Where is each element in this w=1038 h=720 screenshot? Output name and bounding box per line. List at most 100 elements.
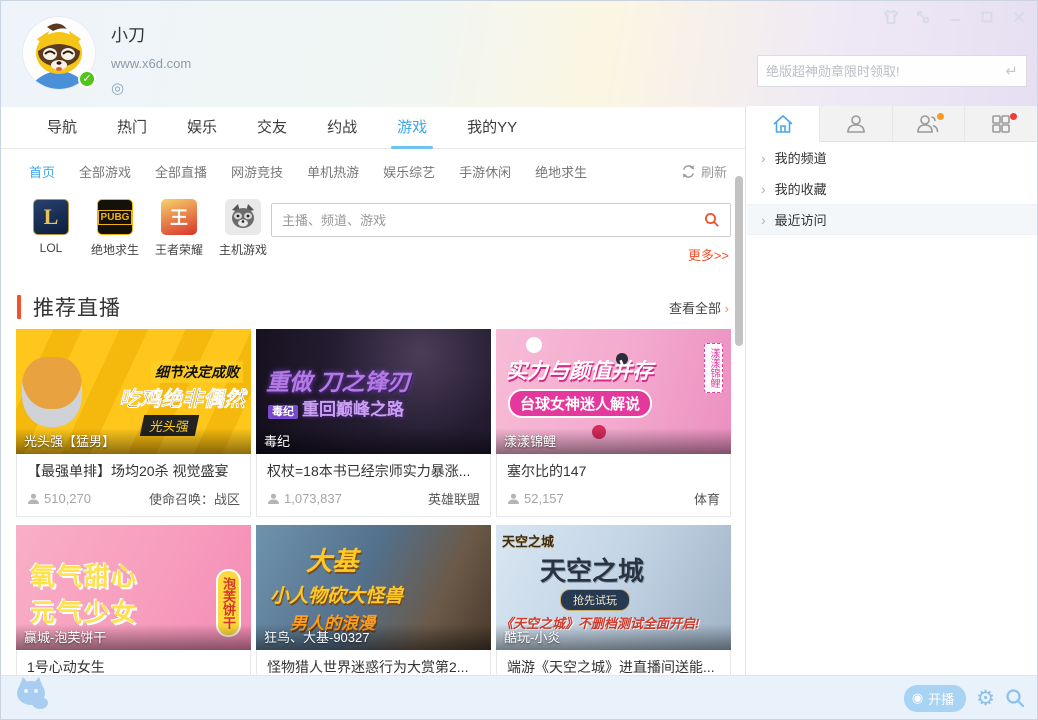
- stream-card[interactable]: 实力与颜值并存 台球女神迷人解说 漾漾锦鲤 漾漾锦鲤 塞尔比的147 52,15…: [496, 329, 731, 517]
- stream-thumbnail: 大基 小人物砍大怪兽 男人的浪漫 狂鸟、大基-90327: [256, 525, 491, 650]
- stream-card[interactable]: 重做 刀之锋刃 毒纪重回巅峰之路 毒纪 权杖=18本书已经宗师实力暴涨... 1…: [256, 329, 491, 517]
- content-scrollbar[interactable]: [735, 151, 743, 675]
- sidebar-tab-apps[interactable]: [965, 106, 1037, 141]
- tab-yuezhan[interactable]: 约战: [327, 107, 357, 149]
- shortcut-label: 绝地求生: [91, 241, 139, 258]
- shortcut-pubg[interactable]: PUBG 绝地求生: [89, 199, 141, 258]
- shortcut-lol[interactable]: L LOL: [25, 199, 77, 258]
- maximize-icon[interactable]: [979, 9, 995, 25]
- sidebar-item-my-channels[interactable]: › 我的频道: [747, 142, 1037, 173]
- viewer-count: 52,157: [507, 491, 564, 506]
- subnav-all-live[interactable]: 全部直播: [155, 162, 207, 181]
- close-icon[interactable]: [1011, 9, 1027, 25]
- subnav-all-games[interactable]: 全部游戏: [79, 162, 131, 181]
- streamer-name: 酷玩-小炎: [496, 624, 731, 650]
- stream-title: 塞尔比的147: [507, 461, 720, 481]
- stream-title: 1号心动女生: [27, 657, 240, 675]
- stream-card[interactable]: 大基 小人物砍大怪兽 男人的浪漫 狂鸟、大基-90327 怪物猎人世界迷惑行为大…: [256, 525, 491, 675]
- streamer-name: 漾漾锦鲤: [496, 428, 731, 454]
- broadcast-icon: ◉: [912, 690, 923, 706]
- mini-mode-icon[interactable]: [915, 9, 931, 25]
- bottom-bar: ◉ 开播 ⚙: [1, 675, 1037, 719]
- subnav-pc-games[interactable]: 单机热游: [307, 162, 359, 181]
- subnav-shouye[interactable]: 首页: [29, 162, 55, 181]
- cover-text: 大基: [306, 541, 358, 578]
- verified-badge-icon: ✓: [78, 70, 96, 88]
- apps-grid-icon: [991, 114, 1011, 134]
- cover-text: 毒纪重回巅峰之路: [268, 395, 404, 420]
- shortcut-console[interactable]: 主机游戏: [217, 199, 269, 258]
- refresh-icon: [681, 164, 696, 179]
- streamer-name: 毒纪: [256, 428, 491, 454]
- quick-access-row: L LOL PUBG 绝地求生 王 王者荣耀: [1, 193, 745, 271]
- subnav-variety[interactable]: 娱乐综艺: [383, 162, 435, 181]
- sidebar-item-label: 最近访问: [775, 210, 827, 229]
- subnav-pubg[interactable]: 绝地求生: [535, 162, 587, 181]
- secondary-nav: 首页 全部游戏 全部直播 网游竞技 单机热游 娱乐综艺 手游休闲 绝地求生 刷新: [1, 149, 745, 193]
- sidebar-tab-contacts[interactable]: [893, 106, 966, 141]
- sidebar-tab-home[interactable]: [747, 106, 820, 142]
- search-icon[interactable]: [704, 212, 720, 228]
- tab-jiaoyou[interactable]: 交友: [257, 107, 287, 149]
- game-category[interactable]: 体育: [694, 489, 720, 508]
- section-title: 推荐直播: [33, 292, 121, 322]
- cover-text: 抢先试玩: [560, 589, 630, 611]
- section-accent-bar: [17, 295, 21, 319]
- shortcut-label: 主机游戏: [219, 241, 267, 258]
- subnav-mobile-games[interactable]: 手游休闲: [459, 162, 511, 181]
- tab-yule[interactable]: 娱乐: [187, 107, 217, 149]
- cover-text: 重做 刀之锋刃: [266, 363, 410, 397]
- view-all-link[interactable]: 查看全部 ›: [669, 298, 729, 317]
- chevron-right-icon: ›: [761, 212, 766, 228]
- sidebar-item-favorites[interactable]: › 我的收藏: [747, 173, 1037, 204]
- tab-youxi[interactable]: 游戏: [397, 107, 427, 149]
- scrollbar-thumb[interactable]: [735, 176, 743, 346]
- refresh-button[interactable]: 刷新: [681, 149, 727, 193]
- promo-input-box: ↵: [757, 55, 1027, 87]
- status-invisible-icon[interactable]: ◎: [111, 79, 191, 97]
- cover-text: 天空之城: [540, 551, 644, 588]
- viewer-count: 510,270: [27, 491, 91, 506]
- profile-site: www.x6d.com: [111, 56, 191, 71]
- minimize-icon[interactable]: [947, 9, 963, 25]
- cover-text: 细节决定成败: [151, 361, 243, 383]
- cover-text: 吃鸡绝非偶然: [119, 383, 245, 413]
- sidebar-panel: › 我的频道 › 我的收藏 › 最近访问: [747, 106, 1037, 675]
- refresh-label: 刷新: [701, 162, 727, 181]
- tab-my-yy[interactable]: 我的YY: [467, 107, 517, 149]
- yy-client-window: ✓ 小刀 www.x6d.com ◎ ↵ 导航 热门 娱乐 交友 约战 游戏 我…: [0, 0, 1038, 720]
- search-input[interactable]: [282, 213, 704, 228]
- cover-logo: 天空之城: [502, 531, 554, 550]
- start-live-button[interactable]: ◉ 开播: [904, 685, 966, 712]
- titlebar-controls: [883, 9, 1027, 25]
- viewer-count: 1,073,837: [267, 491, 342, 506]
- stream-card[interactable]: 天空之城 天空之城 抢先试玩 《天空之城》不删档测试全面开启! 酷玩-小炎 端游…: [496, 525, 731, 675]
- yy-mascot-icon[interactable]: [13, 673, 53, 716]
- cover-art: [526, 337, 542, 353]
- stream-thumbnail: 重做 刀之锋刃 毒纪重回巅峰之路 毒纪: [256, 329, 491, 454]
- game-category[interactable]: 使命召唤：战区: [149, 489, 240, 508]
- settings-gear-icon[interactable]: ⚙: [976, 688, 995, 709]
- stream-card[interactable]: 细节决定成败 吃鸡绝非偶然 光头强 光头强【猛男】 【最强单排】场均20杀 视觉…: [16, 329, 251, 517]
- shortcut-label: 王者荣耀: [155, 241, 203, 258]
- stream-thumbnail: 实力与颜值并存 台球女神迷人解说 漾漾锦鲤 漾漾锦鲤: [496, 329, 731, 454]
- stream-card[interactable]: 氧气甜心 元气少女 泡芙饼干 赢城-泡芙饼干 1号心动女生: [16, 525, 251, 675]
- wangzhe-game-icon: 王: [161, 199, 197, 235]
- skin-icon[interactable]: [883, 9, 899, 25]
- game-category[interactable]: 英雄联盟: [428, 489, 480, 508]
- sidebar-item-label: 我的频道: [775, 148, 827, 167]
- stream-title: 端游《天空之城》进直播间送能...: [507, 657, 720, 675]
- more-link[interactable]: 更多>>: [688, 245, 729, 264]
- shortcut-wangzhe[interactable]: 王 王者荣耀: [153, 199, 205, 258]
- subnav-online-games[interactable]: 网游竞技: [231, 162, 283, 181]
- enter-icon[interactable]: ↵: [1005, 62, 1018, 80]
- promo-input[interactable]: [766, 64, 1005, 79]
- stream-title: 权杖=18本书已经宗师实力暴涨...: [267, 461, 480, 481]
- tab-daohang[interactable]: 导航: [47, 107, 77, 149]
- sidebar-tab-profile[interactable]: [820, 106, 893, 141]
- viewer-icon: [267, 493, 280, 505]
- bottom-search-icon[interactable]: [1005, 688, 1025, 708]
- tab-remen[interactable]: 热门: [117, 107, 147, 149]
- username[interactable]: 小刀: [111, 21, 191, 46]
- sidebar-item-recent[interactable]: › 最近访问: [747, 204, 1037, 235]
